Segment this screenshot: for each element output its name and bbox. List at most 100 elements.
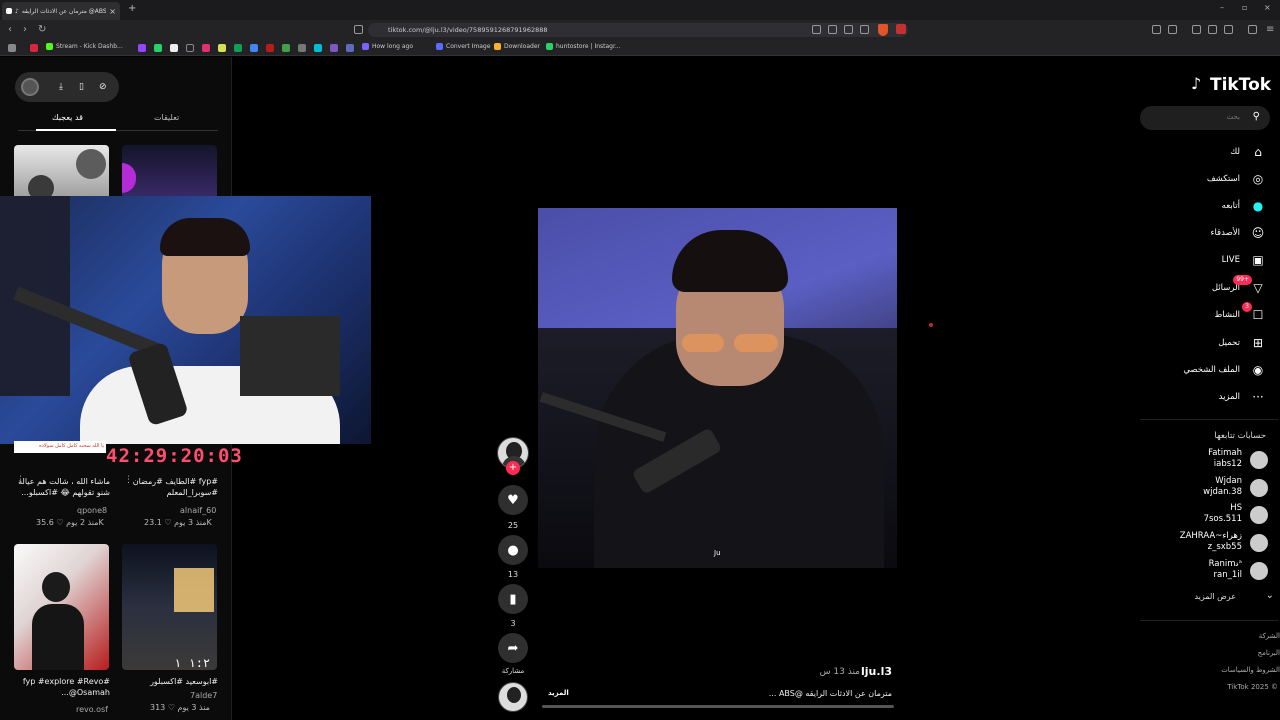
- puzzle-icon[interactable]: [1152, 25, 1161, 34]
- menu-icon[interactable]: ≡: [1266, 24, 1274, 35]
- following-account[interactable]: Fatimah iabs12: [1140, 448, 1270, 472]
- video-thumbnail[interactable]: ١:٢ ١: [122, 544, 217, 670]
- share-icon[interactable]: [860, 25, 869, 34]
- share-button[interactable]: ➦: [498, 633, 528, 663]
- sidebar-item-for-you[interactable]: لك ⌂: [1140, 143, 1268, 163]
- forward-icon[interactable]: ›: [23, 24, 27, 35]
- sidebar-item-upload[interactable]: تحميل ⊞: [1140, 334, 1268, 354]
- reload-icon[interactable]: ↻: [38, 24, 46, 35]
- sidebar-icon[interactable]: [1208, 25, 1217, 34]
- video-thumbnail[interactable]: [14, 145, 109, 201]
- sidebar-item-following[interactable]: أتابعه ●: [1140, 197, 1268, 217]
- see-more-link[interactable]: عرض المزيد: [1194, 592, 1236, 601]
- bookmark-favicon-icon[interactable]: [30, 44, 38, 52]
- whatsapp-icon[interactable]: [154, 44, 162, 52]
- compass-icon[interactable]: ⊘: [99, 82, 107, 92]
- following-account[interactable]: Wjdan wjdan.38: [1140, 476, 1270, 500]
- tiktok-icon[interactable]: [186, 44, 194, 52]
- address-bar[interactable]: tiktok.com/@lju.l3/video/758959126879196…: [368, 23, 908, 37]
- sidebar-item-profile[interactable]: الملف الشخصي ◉: [1140, 361, 1268, 381]
- chevron-down-icon[interactable]: ⌄: [1266, 590, 1274, 601]
- video-caption[interactable]: #fyp #explore #Revo @Osamah...: [16, 676, 110, 698]
- bookmark-kick[interactable]: Stream - Kick Dashb...: [46, 43, 123, 50]
- maximize-icon[interactable]: ▫: [1242, 3, 1247, 12]
- instagram-icon[interactable]: [202, 44, 210, 52]
- sound-avatar[interactable]: [498, 682, 528, 712]
- tiktok-logo[interactable]: TikTok: [1210, 75, 1271, 95]
- download-icon[interactable]: ⤓: [59, 82, 63, 92]
- footer-company[interactable]: الشركة: [1259, 632, 1280, 640]
- video-username[interactable]: 7alde7: [190, 691, 217, 700]
- new-tab-button[interactable]: +: [128, 3, 136, 14]
- sidebar-item-explore[interactable]: استكشف ◎: [1140, 170, 1268, 190]
- sidebar-item-more[interactable]: المزيد ···: [1140, 388, 1268, 408]
- search-input[interactable]: بحث ⚲: [1140, 106, 1270, 130]
- zoom-icon[interactable]: [844, 25, 853, 34]
- sidebar-item-activity[interactable]: النشاط ☐ 3: [1140, 302, 1268, 326]
- apps-icon[interactable]: [8, 44, 16, 52]
- browser-tab-active[interactable]: ♪ مترمان عن الادثات الرايقه @ABS... ×: [2, 2, 120, 20]
- sheets-icon[interactable]: [234, 44, 242, 52]
- bookmark-huntostore[interactable]: huntostore | Instagr...: [546, 43, 621, 50]
- footer-terms[interactable]: الشروط والسياسات: [1221, 666, 1280, 674]
- rewards-icon[interactable]: [896, 24, 906, 34]
- video-username[interactable]: revo.osf: [76, 705, 108, 714]
- sidebar-item-messages[interactable]: الرسائل ▽ 99+: [1140, 275, 1268, 299]
- media-icon[interactable]: [1192, 25, 1201, 34]
- brave-shield-icon[interactable]: [878, 24, 888, 36]
- video-thumbnail[interactable]: [14, 544, 109, 670]
- translate-icon[interactable]: [250, 44, 258, 52]
- like-button[interactable]: ♥: [498, 485, 528, 515]
- bookmark-downloader[interactable]: Downloader: [494, 43, 540, 50]
- extension-icon[interactable]: [812, 25, 821, 34]
- android-icon[interactable]: [282, 44, 290, 52]
- bookmark-convert-image[interactable]: Convert Image: [436, 43, 490, 50]
- search-icon[interactable]: ⚲: [1253, 111, 1260, 122]
- video-caption[interactable]: #fyp #الطايف #رمضان #سوبرا_المعلم: [126, 476, 218, 498]
- video-username[interactable]: alnaif_60: [180, 506, 216, 515]
- tab-comments[interactable]: تعليقات: [154, 113, 179, 122]
- progress-bar[interactable]: [542, 705, 894, 708]
- more-button[interactable]: المزيد: [548, 689, 569, 697]
- sidebar-item-friends[interactable]: الأصدقاء ☺: [1140, 224, 1268, 244]
- netflix-icon[interactable]: [266, 44, 274, 52]
- minimize-icon[interactable]: –: [1220, 3, 1224, 12]
- phone-icon[interactable]: ▯: [79, 82, 84, 92]
- audio-icon[interactable]: ♪: [15, 8, 19, 15]
- comment-button[interactable]: ●: [498, 535, 528, 565]
- bookmark-icon-yellow[interactable]: [218, 44, 226, 52]
- following-account[interactable]: Ranim𝓈ᵃ ran_1il: [1140, 559, 1270, 583]
- creator-username[interactable]: lju.l3: [861, 665, 892, 678]
- video-caption[interactable]: #ابوسعيد #اكسبلور: [126, 676, 218, 687]
- leo-icon[interactable]: [1224, 25, 1233, 34]
- more-options-icon[interactable]: ⋮: [16, 475, 25, 485]
- bookmark-how-long-ago[interactable]: How long ago: [362, 43, 413, 50]
- footer-program[interactable]: البرنامج: [1258, 649, 1280, 657]
- close-tab-icon[interactable]: ×: [109, 7, 116, 16]
- bookmark-icon-blue[interactable]: [346, 44, 354, 52]
- video-thumbnail[interactable]: [122, 145, 217, 201]
- x-icon[interactable]: [170, 44, 178, 52]
- bookmark-icon-cyan[interactable]: [314, 44, 322, 52]
- video-player[interactable]: [538, 208, 897, 568]
- twitch-icon[interactable]: [138, 44, 146, 52]
- back-icon[interactable]: ‹: [8, 24, 12, 35]
- vpn-icon[interactable]: [1248, 25, 1257, 34]
- github-icon[interactable]: [298, 44, 306, 52]
- avatar[interactable]: [21, 78, 39, 96]
- video-username[interactable]: qpone8: [77, 506, 107, 515]
- tab-for-you[interactable]: قد يعجبك: [52, 113, 83, 122]
- wallet-icon[interactable]: [1168, 25, 1177, 34]
- following-account[interactable]: HS 7sos.511: [1140, 503, 1270, 527]
- following-account[interactable]: ZAHRAA~زهراء z_sxb55: [1140, 531, 1270, 555]
- bookmark-icon[interactable]: [354, 25, 363, 34]
- close-window-icon[interactable]: ×: [1264, 3, 1271, 12]
- save-button[interactable]: ▮: [498, 584, 528, 614]
- more-options-icon[interactable]: ⋮: [124, 475, 133, 485]
- bookmark-icon-s[interactable]: [330, 44, 338, 52]
- tiktok-logo-icon[interactable]: ♪: [1191, 74, 1201, 93]
- sidebar-item-live[interactable]: LIVE ▣: [1140, 251, 1268, 271]
- follow-plus-icon[interactable]: +: [506, 461, 520, 475]
- video-caption[interactable]: ماشاء الله ، شالت هم عيالة شنو تقولهم 😂 …: [16, 476, 110, 498]
- screen-icon[interactable]: [828, 25, 837, 34]
